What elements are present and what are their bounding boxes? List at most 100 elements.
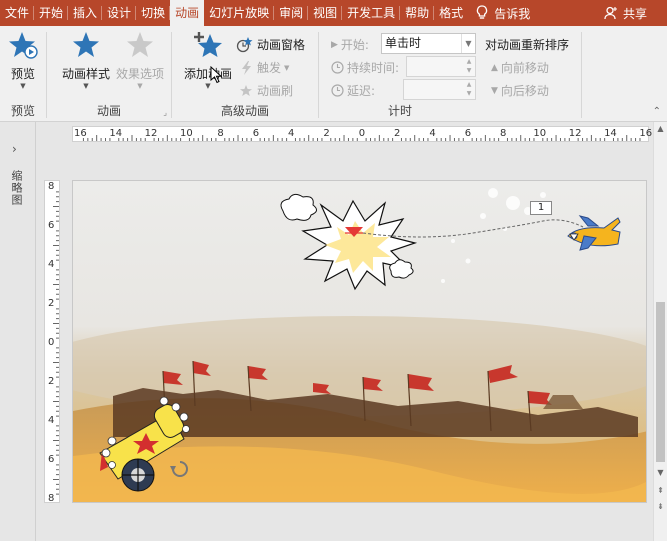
group-animation: 动画样式 ▼ 效果选项 ▼ 动画 ⌟ (47, 26, 171, 122)
tell-me-label: 告诉我 (494, 6, 531, 21)
group-reorder: 对动画重新排序 ▲ 向前移动 ▼ 向后移动 (481, 26, 581, 122)
expand-pane-icon[interactable]: › (12, 142, 17, 156)
trigger-button[interactable]: 触发 ▼ (240, 59, 289, 76)
collapse-ribbon-icon[interactable]: ⌃ (653, 106, 661, 117)
ruler-label: 8 (500, 128, 507, 139)
duration-label: 持续时间: (347, 61, 400, 75)
tab-home[interactable]: 开始 (34, 0, 69, 26)
ruler-label: 8 (48, 181, 55, 192)
ruler-label: 6 (464, 128, 472, 139)
thumbnail-pane: › 缩略图 (0, 122, 36, 541)
group-preview-label: 预览 (10, 104, 35, 118)
preview-star-icon (9, 32, 38, 59)
mouse-cursor-icon (210, 66, 222, 84)
animation-pane-button[interactable]: 动画窗格 (236, 36, 305, 53)
clock-icon (331, 84, 344, 97)
ruler-label: 6 (48, 454, 55, 465)
group-advanced-animation: 添加动画 ▼ 动画窗格 触发 ▼ 动画刷 高级动画 (172, 26, 318, 122)
tell-me-box[interactable]: 告诉我 (476, 0, 530, 26)
vertical-scrollbar[interactable]: ▲ ▼ ⇞ ⇟ (653, 122, 667, 541)
group-animation-label: 动画 (96, 104, 121, 118)
ruler-label: 14 (604, 128, 617, 139)
effect-options-button[interactable]: 效果选项 ▼ (113, 30, 167, 90)
painter-star-icon (240, 84, 252, 96)
ruler-label: 14 (109, 128, 123, 139)
dialog-launcher-icon[interactable]: ⌟ (163, 108, 167, 117)
tab-format[interactable]: 格式 (434, 0, 468, 26)
animation-pane-icon (236, 36, 253, 52)
chevron-down-icon: ▼ (284, 63, 290, 72)
ruler-label: 2 (394, 128, 401, 139)
ruler-label: 4 (48, 415, 55, 426)
start-combo[interactable]: 单击时 ▼ (381, 33, 476, 54)
slide[interactable] (72, 180, 647, 503)
preview-button[interactable]: 预览 ▼ (6, 30, 40, 90)
tab-developer[interactable]: 开发工具 (342, 0, 401, 26)
ribbon: 预览 ▼ 预览 动画样式 ▼ 效果选项 ▼ 动画 ⌟ 添加动画 ▼ 动画窗格 触… (0, 26, 667, 122)
tab-insert[interactable]: 插入 (68, 0, 103, 26)
next-slide-icon[interactable]: ⇟ (654, 500, 667, 514)
spinner-arrows-icon[interactable]: ▲ ▼ (464, 57, 474, 75)
ruler-label: 16 (74, 128, 87, 139)
tab-design[interactable]: 设计 (102, 0, 137, 26)
delay-spinner[interactable]: ▲ ▼ (403, 79, 476, 100)
move-later-label: 向后移动 (500, 84, 549, 98)
delay-label-row: 延迟: (331, 82, 375, 99)
ruler-label: 6 (48, 220, 55, 231)
group-timing-label: 计时 (387, 104, 412, 118)
spinner-arrows-icon[interactable]: ▲ ▼ (464, 80, 474, 98)
effect-star-icon (127, 32, 153, 57)
share-button[interactable]: 共享 (604, 0, 647, 26)
chevron-down-icon: ▼ (20, 82, 26, 90)
tab-review[interactable]: 审阅 (274, 0, 309, 26)
duration-label-row: 持续时间: (331, 59, 399, 76)
triangle-down-icon: ▼ (491, 85, 498, 96)
animation-painter-label: 动画刷 (257, 84, 294, 98)
scroll-down-icon[interactable]: ▼ (654, 466, 667, 480)
reorder-title-label: 对动画重新排序 (485, 38, 570, 52)
star-icon (73, 32, 99, 57)
ruler-label: 16 (639, 128, 653, 139)
ruler-label: 10 (533, 128, 547, 139)
start-combo-value: 单击时 (385, 36, 422, 50)
powerpoint-window: 文件 开始 插入 设计 切换 动画 幻灯片放映 审阅 视图 开发工具 帮助 格式… (0, 0, 667, 541)
move-earlier-button[interactable]: ▲ 向前移动 (491, 59, 549, 76)
ruler-label: 2 (323, 128, 330, 139)
group-divider (581, 32, 582, 118)
start-label-row: ▶ 开始: (331, 36, 369, 53)
ruler-label: 8 (217, 128, 224, 139)
scrollbar-thumb[interactable] (656, 302, 665, 462)
group-preview: 预览 ▼ 预览 (0, 26, 46, 122)
move-later-button[interactable]: ▼ 向后移动 (491, 82, 549, 99)
horizontal-ruler: 16 14 12 10 8 6 4 2 0 2 4 6 8 10 12 14 16 (72, 126, 653, 142)
chevron-down-icon: ▼ (137, 82, 143, 90)
chevron-down-icon[interactable]: ▼ (461, 34, 475, 53)
thumbnail-pane-label[interactable]: 缩略图 (8, 170, 24, 206)
reorder-title: 对动画重新排序 (485, 36, 569, 53)
tab-slideshow[interactable]: 幻灯片放映 (204, 0, 275, 26)
lightbulb-icon (477, 5, 488, 19)
effect-options-label: 效果选项 (115, 67, 164, 81)
animation-painter-button[interactable]: 动画刷 (240, 82, 293, 99)
trigger-label: 触发 (257, 61, 282, 75)
tab-view[interactable]: 视图 (308, 0, 343, 26)
tab-file[interactable]: 文件 (0, 0, 35, 26)
tab-transitions[interactable]: 切换 (136, 0, 171, 26)
ruler-label: 0 (358, 128, 366, 139)
animation-pane-label: 动画窗格 (257, 38, 306, 52)
duration-spinner[interactable]: ▲ ▼ (406, 56, 476, 77)
animation-order-tag[interactable]: 1 (530, 201, 552, 215)
scroll-up-icon[interactable]: ▲ (654, 122, 667, 136)
delay-label: 延迟: (347, 84, 376, 98)
tab-help[interactable]: 帮助 (400, 0, 435, 26)
slide-artwork (73, 181, 646, 502)
animation-styles-button[interactable]: 动画样式 ▼ (59, 30, 113, 90)
previous-slide-icon[interactable]: ⇞ (654, 484, 667, 498)
tab-animations[interactable]: 动画 (170, 0, 205, 26)
ruler-label: 12 (568, 128, 582, 139)
add-animation-button[interactable]: 添加动画 ▼ (182, 30, 234, 90)
ribbon-tab-bar: 文件 开始 插入 设计 切换 动画 幻灯片放映 审阅 视图 开发工具 帮助 格式… (0, 0, 667, 26)
ruler-label: 4 (288, 128, 295, 139)
move-earlier-label: 向前移动 (500, 61, 549, 75)
chevron-down-icon: ▼ (205, 82, 211, 90)
